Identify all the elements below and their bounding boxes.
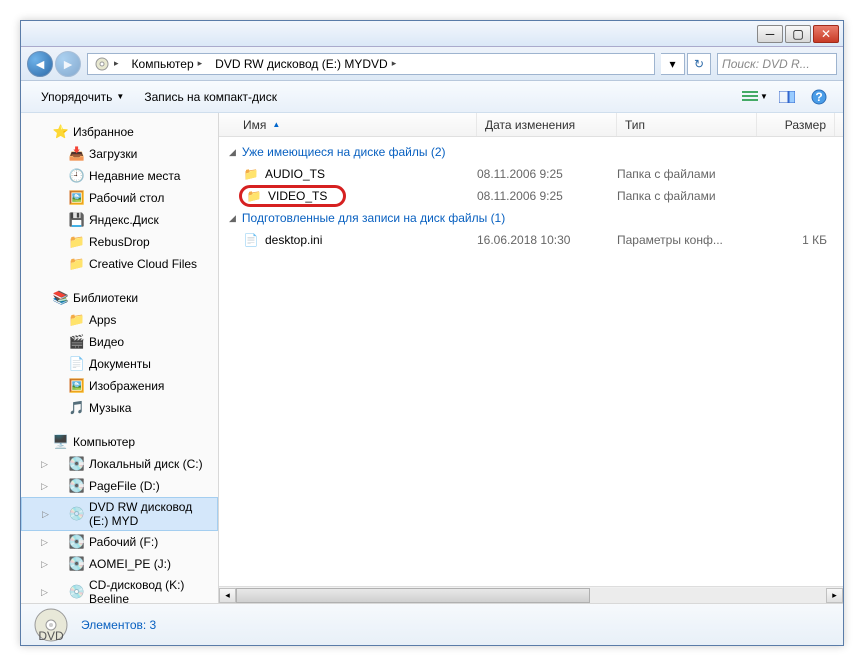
sidebar-favorites[interactable]: ⭐Избранное: [21, 121, 218, 143]
sidebar-item[interactable]: 📁Creative Cloud Files: [21, 253, 218, 275]
col-name[interactable]: Имя▲: [219, 113, 477, 136]
address-bar: ◄ ► ▸ Компьютер▸ DVD RW дисковод (E:) MY…: [21, 47, 843, 81]
col-date[interactable]: Дата изменения: [477, 113, 617, 136]
sidebar-item[interactable]: 📥Загрузки: [21, 143, 218, 165]
content-pane: Имя▲ Дата изменения Тип Размер ◢Уже имею…: [219, 113, 843, 603]
titlebar: ─ ▢ ✕: [21, 21, 843, 47]
sidebar-item[interactable]: 🎬Видео: [21, 331, 218, 353]
svg-text:?: ?: [815, 90, 822, 104]
sidebar: ⭐Избранное 📥Загрузки🕘Недавние места🖼️Раб…: [21, 113, 219, 603]
maximize-button[interactable]: ▢: [785, 25, 811, 43]
status-text: Элементов: 3: [81, 618, 156, 632]
minimize-button[interactable]: ─: [757, 25, 783, 43]
sidebar-item[interactable]: 📁Apps: [21, 309, 218, 331]
view-mode-button[interactable]: ▼: [741, 86, 769, 108]
breadcrumb[interactable]: ▸ Компьютер▸ DVD RW дисковод (E:) MYDVD▸: [87, 53, 655, 75]
crumb-drive[interactable]: DVD RW дисковод (E:) MYDVD▸: [209, 54, 403, 74]
forward-button[interactable]: ►: [55, 51, 81, 77]
sidebar-item[interactable]: 🖼️Изображения: [21, 375, 218, 397]
refresh-button[interactable]: ↻: [687, 53, 711, 75]
close-button[interactable]: ✕: [813, 25, 839, 43]
computer-icon: 🖥️: [53, 434, 69, 450]
sidebar-item[interactable]: 💾Яндекс.Диск: [21, 209, 218, 231]
sidebar-item[interactable]: ▷💽AOMEI_PE (J:): [21, 553, 218, 575]
sidebar-item[interactable]: 📄Документы: [21, 353, 218, 375]
sidebar-item[interactable]: 🎵Музыка: [21, 397, 218, 419]
file-row[interactable]: 📁AUDIO_TS08.11.2006 9:25Папка с файлами: [219, 163, 843, 185]
dvd-icon: DVD: [33, 607, 69, 643]
explorer-window: ─ ▢ ✕ ◄ ► ▸ Компьютер▸ DVD RW дисковод (…: [20, 20, 844, 646]
library-icon: 📚: [53, 290, 69, 306]
star-icon: ⭐: [53, 124, 69, 140]
disc-icon[interactable]: ▸: [88, 54, 126, 74]
sidebar-item[interactable]: ▷💽Локальный диск (C:): [21, 453, 218, 475]
col-size[interactable]: Размер: [757, 113, 835, 136]
preview-pane-button[interactable]: [773, 86, 801, 108]
sidebar-item[interactable]: ▷💿DVD RW дисковод (E:) MYD: [21, 497, 218, 531]
toolbar: Упорядочить▼ Запись на компакт-диск ▼ ?: [21, 81, 843, 113]
help-button[interactable]: ?: [805, 86, 833, 108]
status-bar: DVD Элементов: 3: [21, 603, 843, 645]
group-header[interactable]: ◢Уже имеющиеся на диске файлы (2): [219, 141, 843, 163]
organize-menu[interactable]: Упорядочить▼: [31, 86, 134, 108]
sidebar-computer[interactable]: 🖥️Компьютер: [21, 431, 218, 453]
col-type[interactable]: Тип: [617, 113, 757, 136]
file-list: ◢Уже имеющиеся на диске файлы (2)📁AUDIO_…: [219, 137, 843, 586]
sidebar-item[interactable]: 📁RebusDrop: [21, 231, 218, 253]
back-button[interactable]: ◄: [27, 51, 53, 77]
file-row[interactable]: 📁VIDEO_TS08.11.2006 9:25Папка с файлами: [219, 185, 843, 207]
horizontal-scrollbar[interactable]: ◂▸: [219, 586, 843, 603]
sidebar-item[interactable]: 🖼️Рабочий стол: [21, 187, 218, 209]
crumb-computer[interactable]: Компьютер▸: [126, 54, 210, 74]
file-row[interactable]: 📄desktop.ini16.06.2018 10:30Параметры ко…: [219, 229, 843, 251]
sidebar-item[interactable]: ▷💿CD-дисковод (K:) Beeline: [21, 575, 218, 603]
search-input[interactable]: Поиск: DVD R...: [717, 53, 837, 75]
history-dropdown[interactable]: ▾: [661, 53, 685, 75]
sidebar-item[interactable]: ▷💽PageFile (D:): [21, 475, 218, 497]
sidebar-item[interactable]: 🕘Недавние места: [21, 165, 218, 187]
body: ⭐Избранное 📥Загрузки🕘Недавние места🖼️Раб…: [21, 113, 843, 603]
write-disc-button[interactable]: Запись на компакт-диск: [134, 86, 287, 108]
sidebar-item[interactable]: ▷💽Рабочий (F:): [21, 531, 218, 553]
sidebar-libraries[interactable]: 📚Библиотеки: [21, 287, 218, 309]
group-header[interactable]: ◢Подготовленные для записи на диск файлы…: [219, 207, 843, 229]
svg-text:DVD: DVD: [38, 629, 64, 643]
column-headers: Имя▲ Дата изменения Тип Размер: [219, 113, 843, 137]
